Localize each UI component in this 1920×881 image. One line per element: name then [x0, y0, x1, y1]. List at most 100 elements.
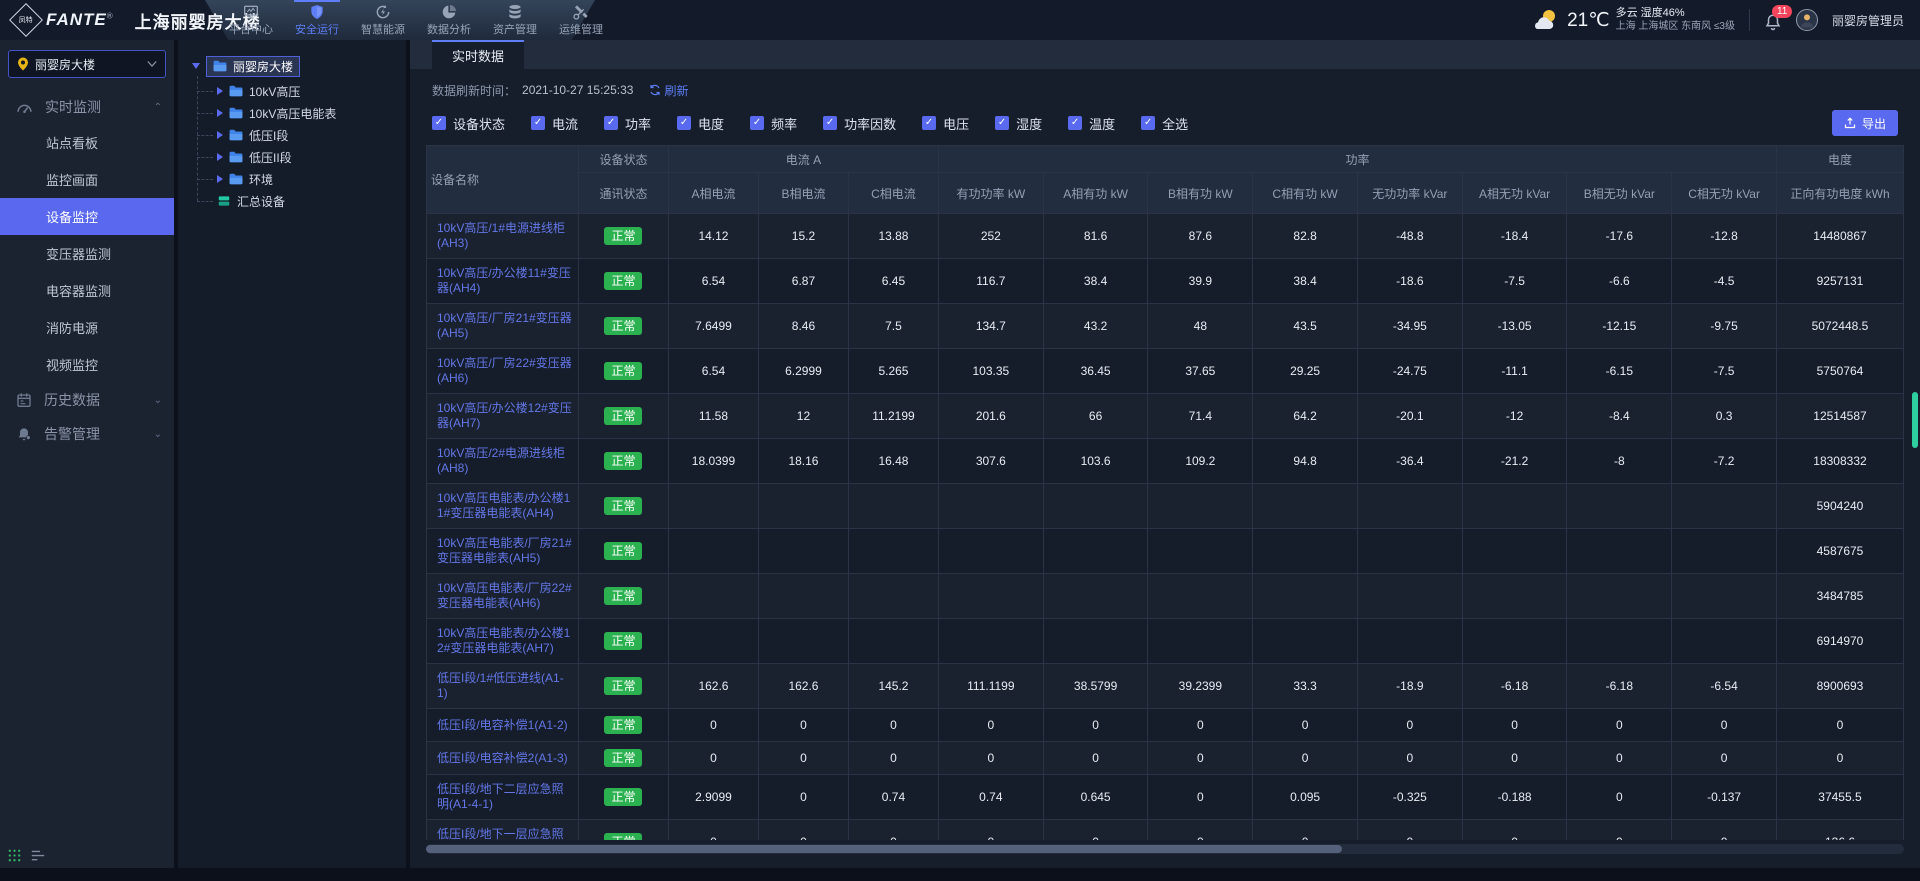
filter-checkbox-功率因数[interactable]: ✓功率因数	[823, 114, 896, 133]
device-name-link[interactable]: 10kV高压/厂房21#变压器(AH5)	[427, 304, 579, 349]
filter-checkbox-湿度[interactable]: ✓湿度	[995, 114, 1042, 133]
value-cell: 0	[1462, 820, 1567, 841]
filter-checkbox-频率[interactable]: ✓频率	[750, 114, 797, 133]
filter-checkbox-电度[interactable]: ✓电度	[677, 114, 724, 133]
nav-item-2[interactable]: 安全运行	[288, 0, 346, 40]
device-name-link[interactable]: 10kV高压/厂房22#变压器(AH6)	[427, 349, 579, 394]
tree-collapse-icon[interactable]	[217, 175, 223, 183]
device-name-link[interactable]: 低压I段/电容补偿1(A1-2)	[427, 709, 579, 742]
device-name-link[interactable]: 10kV高压电能表/办公楼11#变压器电能表(AH4)	[427, 484, 579, 529]
value-cell: -48.8	[1357, 214, 1462, 259]
horizontal-scrollbar[interactable]	[426, 844, 1904, 854]
horizontal-scrollbar-thumb[interactable]	[426, 845, 1342, 853]
nav-item-3[interactable]: 智慧能源	[354, 0, 412, 40]
sidebar-item-视频监控[interactable]: 视频监控	[0, 346, 174, 383]
filter-checkbox-温度[interactable]: ✓温度	[1068, 114, 1115, 133]
tree-node-5[interactable]: 环境	[197, 168, 406, 190]
avatar[interactable]	[1796, 9, 1818, 31]
device-name-link[interactable]: 10kV高压/办公楼12#变压器(AH7)	[427, 394, 579, 439]
value-cell	[938, 484, 1043, 529]
sidebar-item-设备监控[interactable]: 设备监控	[0, 198, 174, 235]
value-cell: 0	[668, 709, 758, 742]
device-name-link[interactable]: 10kV高压电能表/办公楼12#变压器电能表(AH7)	[427, 619, 579, 664]
value-cell	[758, 574, 848, 619]
tree-node-label: 10kV高压	[249, 83, 300, 100]
export-button[interactable]: 导出	[1832, 110, 1898, 136]
top-bar: 凤特 FANTE® 上海丽婴房大楼 平台中心安全运行智慧能源数据分析资产管理运维…	[0, 0, 1920, 40]
status-badge: 正常	[604, 362, 642, 380]
folder-icon	[229, 151, 243, 163]
tree-root[interactable]: 丽婴房大楼	[192, 54, 406, 78]
chevron-down-icon: ⌄	[154, 429, 162, 440]
device-name-link[interactable]: 10kV高压电能表/厂房22#变压器电能表(AH6)	[427, 574, 579, 619]
tree-node-3[interactable]: 低压I段	[197, 124, 406, 146]
value-cell: -0.137	[1672, 775, 1777, 820]
value-cell: -12	[1462, 394, 1567, 439]
tree-node-6[interactable]: 汇总设备	[197, 190, 406, 212]
value-cell	[1567, 619, 1672, 664]
grid-dots-icon[interactable]	[8, 849, 21, 862]
value-cell: 0	[758, 709, 848, 742]
filter-checkbox-电流[interactable]: ✓电流	[531, 114, 578, 133]
device-name-link[interactable]: 低压I段/电容补偿2(A1-3)	[427, 742, 579, 775]
device-name-link[interactable]: 10kV高压/办公楼11#变压器(AH4)	[427, 259, 579, 304]
tree-node-2[interactable]: 10kV高压电能表	[197, 102, 406, 124]
device-name-link[interactable]: 低压I段/地下二层应急照明(A1-4-1)	[427, 775, 579, 820]
filter-checkbox-电压[interactable]: ✓电压	[922, 114, 969, 133]
tree-collapse-icon[interactable]	[217, 87, 223, 95]
tree-node-4[interactable]: 低压II段	[197, 146, 406, 168]
device-icon	[217, 195, 231, 207]
device-name-link[interactable]: 10kV高压/2#电源进线柜(AH8)	[427, 439, 579, 484]
status-badge: 正常	[604, 833, 642, 840]
refresh-button[interactable]: 刷新	[649, 82, 688, 99]
value-cell: 14480867	[1776, 214, 1903, 259]
value-cell: 66	[1043, 394, 1148, 439]
database-icon	[507, 4, 523, 20]
device-name-link[interactable]: 低压I段/1#低压进线(A1-1)	[427, 664, 579, 709]
filter-checkbox-功率[interactable]: ✓功率	[604, 114, 651, 133]
value-cell: 18.0399	[668, 439, 758, 484]
value-cell: 0	[1043, 820, 1148, 841]
list-icon[interactable]	[31, 850, 45, 861]
sidebar-item-电容器监测[interactable]: 电容器监测	[0, 272, 174, 309]
filter-checkbox-全选[interactable]: ✓全选	[1141, 114, 1188, 133]
value-cell: 136.6	[1776, 820, 1903, 841]
sidebar-group-1[interactable]: 实时监测⌃	[0, 90, 174, 124]
registered-mark: ®	[107, 12, 113, 21]
device-name-link[interactable]: 10kV高压电能表/厂房21#变压器电能表(AH5)	[427, 529, 579, 574]
value-cell: 0	[1148, 709, 1253, 742]
tree-collapse-icon[interactable]	[217, 153, 223, 161]
status-badge: 正常	[604, 272, 642, 290]
notification-bell[interactable]: 11	[1764, 9, 1782, 31]
value-cell: 0	[758, 742, 848, 775]
status-cell: 正常	[578, 484, 668, 529]
nav-item-6[interactable]: 运维管理	[552, 0, 610, 40]
nav-item-4[interactable]: 数据分析	[420, 0, 478, 40]
nav-item-5[interactable]: 资产管理	[486, 0, 544, 40]
nav-item-1[interactable]: 平台中心	[222, 0, 280, 40]
table-row: 10kV高压/办公楼12#变压器(AH7)正常11.581211.2199201…	[427, 394, 1904, 439]
sidebar-item-站点看板[interactable]: 站点看板	[0, 124, 174, 161]
tree-collapse-icon[interactable]	[217, 109, 223, 117]
device-name-link[interactable]: 10kV高压/1#电源进线柜(AH3)	[427, 214, 579, 259]
user-name[interactable]: 丽婴房管理员	[1832, 12, 1904, 29]
sidebar-menu: 实时监测⌃站点看板监控画面设备监控变压器监测电容器监测消防电源视频监控历史数据⌄…	[0, 90, 174, 451]
value-cell	[848, 574, 938, 619]
sidebar-group-3[interactable]: 告警管理⌄	[0, 417, 174, 451]
tree-expand-icon[interactable]	[192, 63, 200, 69]
vertical-scrollbar-thumb[interactable]	[1912, 392, 1918, 448]
tab-realtime-data[interactable]: 实时数据	[432, 40, 524, 69]
sidebar-group-2[interactable]: 历史数据⌄	[0, 383, 174, 417]
sidebar-footer	[8, 849, 45, 862]
sidebar-item-监控画面[interactable]: 监控画面	[0, 161, 174, 198]
tree-node-1[interactable]: 10kV高压	[197, 80, 406, 102]
table-row: 低压I段/地下二层应急照明(A1-4-1)正常2.909900.740.740.…	[427, 775, 1904, 820]
filter-checkbox-设备状态[interactable]: ✓设备状态	[432, 114, 505, 133]
value-cell: -12.15	[1567, 304, 1672, 349]
value-cell: 18.16	[758, 439, 848, 484]
device-name-link[interactable]: 低压I段/地下一层应急照明(A1-4-2)	[427, 820, 579, 841]
tree-collapse-icon[interactable]	[217, 131, 223, 139]
site-select[interactable]: 丽婴房大楼	[8, 50, 166, 78]
sidebar-item-变压器监测[interactable]: 变压器监测	[0, 235, 174, 272]
sidebar-item-消防电源[interactable]: 消防电源	[0, 309, 174, 346]
